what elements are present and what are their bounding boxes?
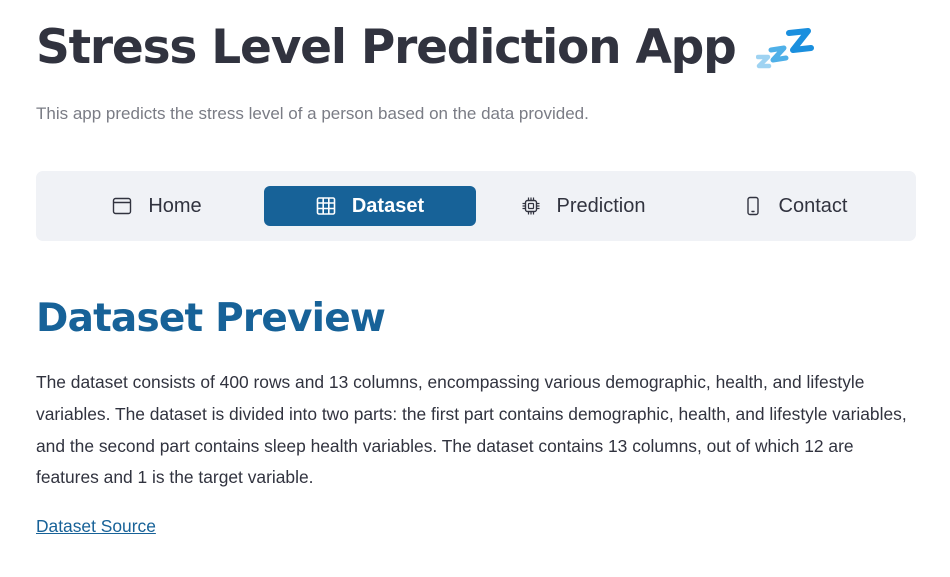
nav-item-label: Contact	[778, 194, 848, 217]
window-icon	[112, 196, 132, 216]
app-subtitle: This app predicts the stress level of a …	[36, 104, 589, 123]
nav-item-label: Prediction	[556, 194, 646, 217]
dataset-description: The dataset consists of 400 rows and 13 …	[36, 372, 907, 488]
nav-item-label: Dataset	[351, 194, 425, 217]
cpu-icon	[521, 196, 541, 216]
dataset-source-link[interactable]: Dataset Source	[36, 516, 156, 537]
nav-item-dataset[interactable]: Dataset	[264, 186, 476, 226]
zzz-sleep-icon	[755, 28, 814, 74]
table-icon	[316, 196, 336, 216]
nav-item-label: Home	[148, 194, 202, 217]
nav-item-prediction[interactable]: Prediction	[477, 186, 689, 226]
navigation-bar: Home Dataset Prediction Contact	[36, 171, 916, 241]
nav-item-contact[interactable]: Contact	[689, 186, 901, 226]
section-heading: Dataset Preview	[36, 296, 386, 341]
title-row: Stress Level Prediction App	[36, 14, 814, 82]
nav-item-home[interactable]: Home	[51, 186, 263, 226]
phone-icon	[743, 196, 763, 216]
app-title: Stress Level Prediction App	[36, 20, 737, 75]
